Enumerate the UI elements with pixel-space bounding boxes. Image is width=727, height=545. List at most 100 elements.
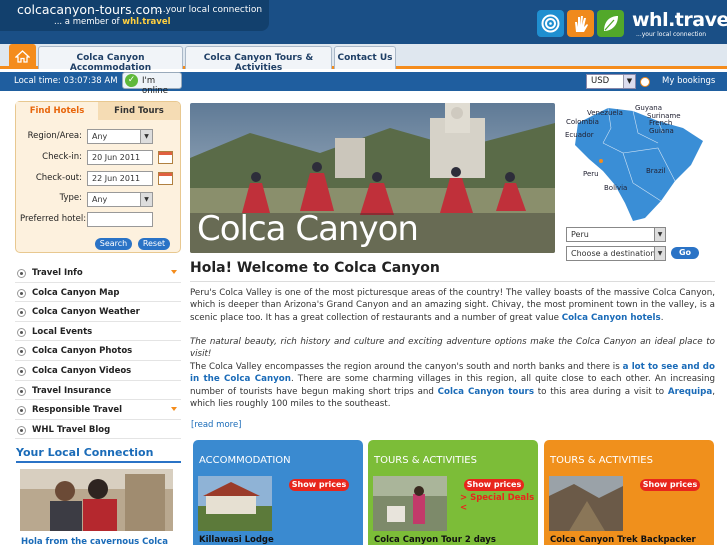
menu-item-responsible-travel[interactable]: Responsible Travel: [15, 400, 181, 420]
special-deals-link[interactable]: > Special Deals <: [460, 493, 538, 513]
card-image[interactable]: [549, 476, 623, 531]
menu-item-videos[interactable]: Colca Canyon Videos: [15, 361, 181, 381]
card-item-name[interactable]: Killawasi Lodge: [199, 535, 274, 545]
menu-item-label: Local Events: [32, 326, 93, 337]
checkout-label: Check-out:: [35, 173, 82, 183]
show-prices-button[interactable]: Show prices: [289, 479, 349, 491]
region-select[interactable]: Any ▼: [87, 129, 153, 144]
card-tours-2[interactable]: TOURS & ACTIVITIES Show prices Colca Can…: [544, 440, 714, 545]
tab-tours-activities[interactable]: Colca Canyon Tours & Activities: [185, 46, 332, 73]
search-button[interactable]: Search: [95, 238, 132, 250]
menu-item-blog[interactable]: WHL Travel Blog: [15, 420, 181, 440]
menu-item-map[interactable]: Colca Canyon Map: [15, 283, 181, 303]
intro-paragraph: Peru's Colca Valley is one of the most p…: [190, 288, 715, 323]
tours-link[interactable]: Colca Canyon tours: [438, 387, 534, 397]
site-name-link[interactable]: colcacanyon-tours.com: [17, 2, 162, 17]
whl-logo-text[interactable]: whl.travel: [632, 9, 727, 31]
home-icon: [15, 50, 30, 63]
reset-button[interactable]: Reset: [138, 238, 170, 250]
map-label-ecuador: Ecuador: [565, 131, 594, 139]
currency-select[interactable]: USD ▼: [586, 74, 636, 89]
bullet-icon: [17, 288, 26, 298]
preferred-hotel-label: Preferred hotel:: [20, 214, 87, 224]
show-prices-button[interactable]: Show prices: [464, 479, 524, 491]
menu-item-label: Travel Insurance: [32, 385, 112, 396]
bullet-icon: [17, 327, 26, 337]
menu-item-local-events[interactable]: Local Events: [15, 322, 181, 342]
expand-icon[interactable]: [171, 407, 177, 412]
country-select[interactable]: Peru ▼: [566, 227, 666, 242]
checkout-field[interactable]: 22 Jun 2011: [87, 171, 153, 186]
highlight-paragraph: The natural beauty, rich history and cul…: [190, 337, 715, 360]
menu-item-label: Colca Canyon Weather: [32, 307, 140, 318]
leaf-icon: [597, 10, 624, 37]
menu-item-label: Colca Canyon Videos: [32, 365, 132, 376]
tab-find-tours[interactable]: Find Tours: [98, 102, 180, 120]
card-title: TOURS & ACTIVITIES: [374, 455, 477, 466]
member-brand-link[interactable]: whl.travel: [122, 17, 170, 27]
status-toolbar: Local time: 03:07:38 AM ✓ I'm online USD…: [0, 72, 727, 96]
hero-title: Colca Canyon: [197, 209, 419, 249]
destination-value: Choose a destination: [571, 249, 656, 258]
hotels-link[interactable]: Colca Canyon hotels: [562, 313, 661, 323]
menu-item-photos[interactable]: Colca Canyon Photos: [15, 341, 181, 361]
bullet-icon: [17, 347, 26, 357]
tab-find-hotels[interactable]: Find Hotels: [16, 102, 98, 120]
home-tab[interactable]: [9, 44, 36, 69]
menu-item-travel-insurance[interactable]: Travel Insurance: [15, 381, 181, 401]
clock-icon[interactable]: [640, 77, 650, 87]
type-select[interactable]: Any ▼: [87, 192, 153, 207]
calendar-icon[interactable]: [158, 151, 173, 164]
map-label-french-guiana: French Guiana: [649, 119, 674, 135]
menu-item-label: Colca Canyon Map: [32, 287, 120, 298]
expand-icon[interactable]: [171, 270, 177, 274]
menu-item-weather[interactable]: Colca Canyon Weather: [15, 302, 181, 322]
type-label: Type:: [59, 193, 82, 203]
card-image[interactable]: [198, 476, 272, 531]
detail-text-c: to this area during a visit to: [537, 386, 665, 397]
type-value: Any: [92, 195, 108, 204]
site-tagline: ...your local connection: [157, 5, 263, 15]
online-status-button[interactable]: ✓ I'm online: [122, 72, 182, 96]
card-image[interactable]: [373, 476, 447, 531]
region-label: Region/Area:: [27, 131, 82, 141]
checkin-field[interactable]: 20 Jun 2011: [87, 150, 153, 165]
region-map[interactable]: Guyana Venezuela Suriname French Guiana …: [563, 103, 715, 223]
menu-item-label: Responsible Travel: [32, 405, 123, 416]
chevron-down-icon: ▼: [140, 130, 152, 143]
card-item-name[interactable]: Colca Canyon Tour 2 days: [374, 535, 496, 545]
read-more-link[interactable]: [read more]: [191, 420, 242, 430]
menu-item-travel-info[interactable]: Travel Info: [15, 263, 181, 283]
map-label-bolivia: Bolivia: [604, 184, 628, 192]
country-value: Peru: [571, 230, 589, 239]
local-connection-photo[interactable]: [20, 469, 173, 531]
side-menu: Travel Info Colca Canyon Map Colca Canyo…: [15, 263, 181, 440]
tab-accommodation[interactable]: Colca Canyon Accommodation: [38, 46, 183, 73]
check-icon: ✓: [125, 74, 138, 87]
chevron-down-icon: ▼: [654, 228, 665, 241]
preferred-hotel-field[interactable]: [87, 212, 153, 227]
my-bookings-link[interactable]: My bookings: [662, 76, 715, 86]
tab-contact-us[interactable]: Contact Us: [334, 46, 396, 69]
region-value: Any: [92, 132, 108, 141]
destination-select[interactable]: Choose a destination ▼: [566, 246, 666, 261]
show-prices-button[interactable]: Show prices: [640, 479, 700, 491]
bullet-icon: [17, 269, 26, 278]
currency-value: USD: [591, 76, 610, 86]
local-time: Local time: 03:07:38 AM: [14, 76, 118, 86]
card-item-name[interactable]: Colca Canyon Trek Backpacker: [550, 535, 696, 545]
local-connection-caption[interactable]: Hola from the cavernous Colca: [21, 537, 168, 545]
calendar-icon[interactable]: [158, 172, 173, 185]
menu-item-label: Travel Info: [32, 268, 83, 278]
online-label: I'm online: [142, 76, 168, 96]
bullet-icon: [17, 366, 26, 376]
page-title: Hola! Welcome to Colca Canyon: [190, 260, 440, 276]
detail-paragraph: The Colca Valley encompasses the region …: [190, 361, 715, 411]
card-tours-1[interactable]: TOURS & ACTIVITIES Show prices > Special…: [368, 440, 538, 545]
site-identity: colcacanyon-tours.com ...your local conn…: [0, 0, 269, 31]
card-title: TOURS & ACTIVITIES: [550, 455, 653, 466]
arequipa-link[interactable]: Arequipa: [668, 387, 712, 397]
detail-text-a: The Colca Valley encompasses the region …: [190, 362, 620, 372]
go-button[interactable]: Go: [671, 247, 699, 259]
card-accommodation[interactable]: ACCOMMODATION Show prices Killawasi Lodg…: [193, 440, 363, 545]
